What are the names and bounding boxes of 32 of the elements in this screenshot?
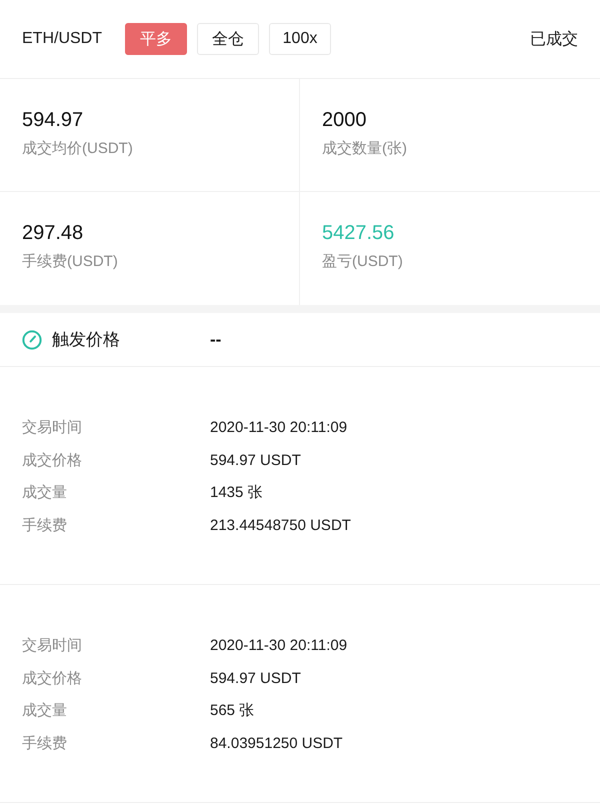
fill-label: 交易时间 <box>22 418 82 438</box>
fill-value: 594.97 USDT <box>210 668 301 688</box>
fill-value: 565 张 <box>210 701 254 721</box>
stat-value: 297.48 <box>22 221 84 246</box>
fill-label: 成交价格 <box>22 668 82 688</box>
fill-value: 2020-11-30 20:11:09 <box>210 418 348 438</box>
trading-pair: ETH/USDT <box>22 30 102 48</box>
order-status: 已成交 <box>530 30 578 50</box>
fill-label: 交易时间 <box>22 636 82 656</box>
gauge-icon <box>22 330 42 350</box>
stat-label: 成交均价(USDT) <box>22 139 133 159</box>
trigger-price-label: 触发价格 <box>52 329 120 351</box>
stat-value: 594.97 <box>22 108 84 133</box>
stat-label: 手续费(USDT) <box>22 252 118 272</box>
order-tag: 平多 <box>125 23 187 55</box>
fill-label: 手续费 <box>22 734 67 754</box>
fill-label: 成交量 <box>22 483 67 503</box>
fill-value: 213.44548750 USDT <box>210 516 351 536</box>
order-tag: 100x <box>269 23 331 55</box>
stat-value: 2000 <box>322 108 366 133</box>
trigger-price-value: -- <box>210 330 222 350</box>
fill-value: 2020-11-30 20:11:09 <box>210 636 348 656</box>
fill-value: 1435 张 <box>210 483 263 503</box>
fill-value: 84.03951250 USDT <box>210 734 343 754</box>
stat-label: 成交数量(张) <box>322 139 407 159</box>
stat-value: 5427.56 <box>322 221 394 246</box>
fill-label: 手续费 <box>22 516 67 536</box>
fill-label: 成交量 <box>22 701 67 721</box>
fill-value: 594.97 USDT <box>210 450 301 470</box>
stat-label: 盈亏(USDT) <box>322 252 403 272</box>
fill-label: 成交价格 <box>22 450 82 470</box>
order-tag: 全仓 <box>197 23 259 55</box>
